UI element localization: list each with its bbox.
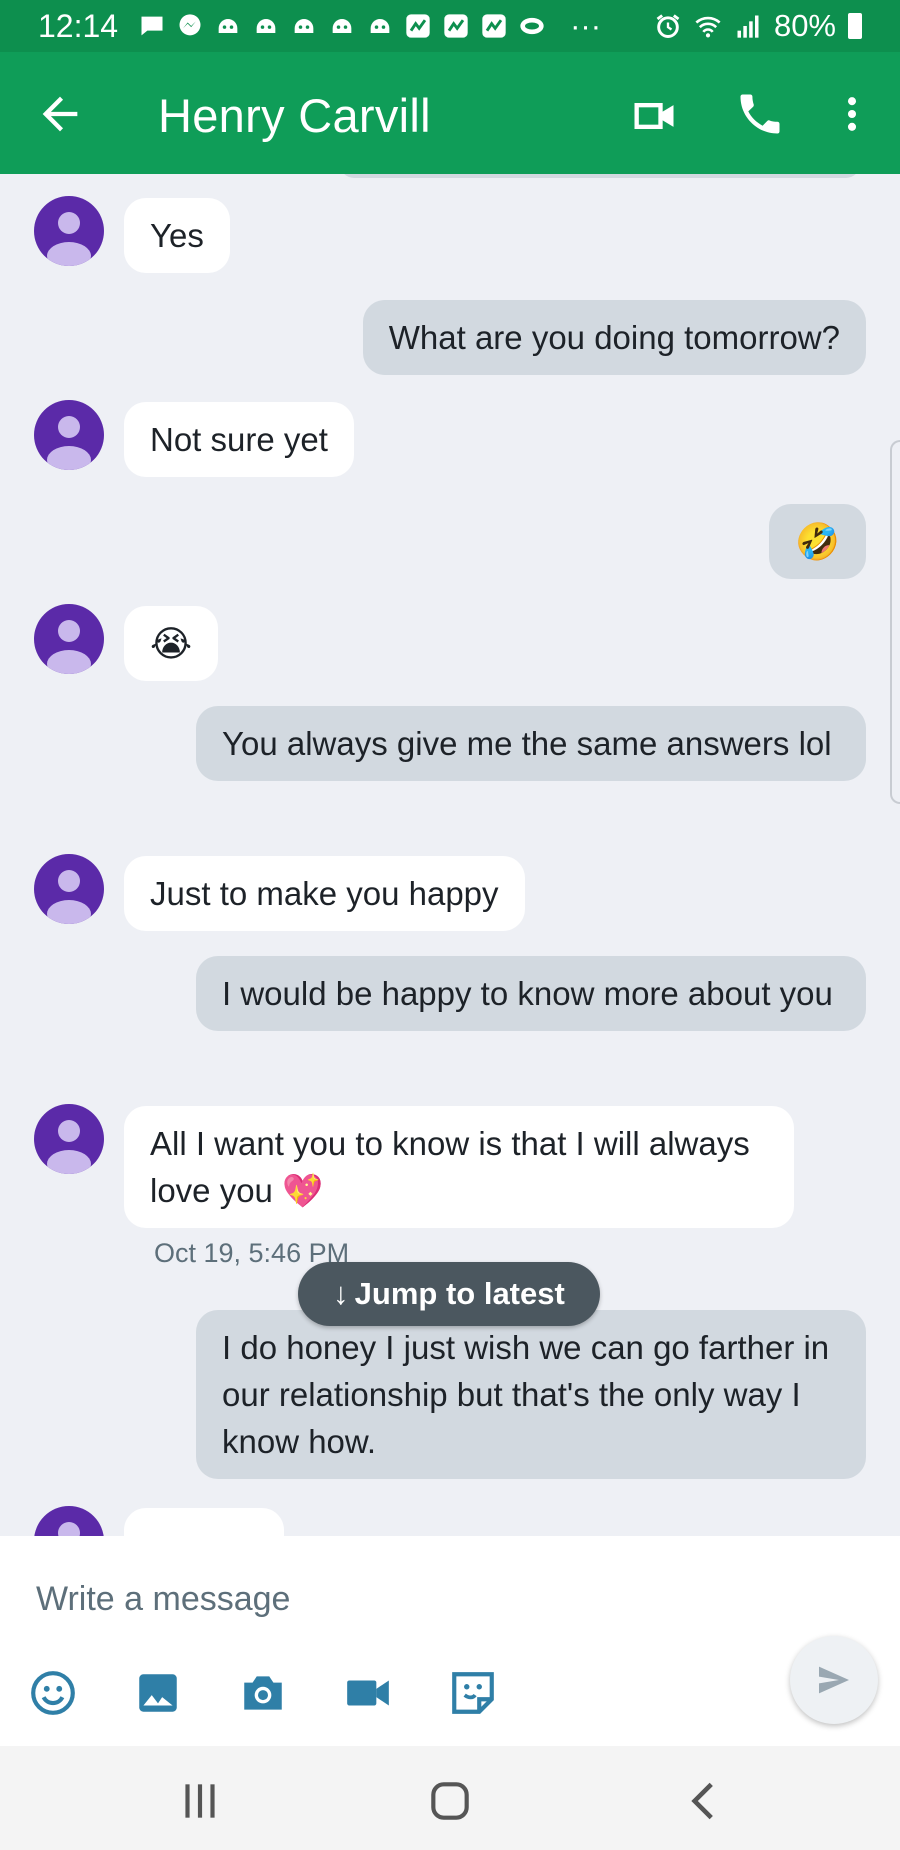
message-bubble-incoming[interactable]: 😭 xyxy=(124,606,219,681)
chat-icon xyxy=(520,17,544,35)
video-call-icon[interactable] xyxy=(628,90,680,142)
alarm-icon xyxy=(656,14,680,38)
recents-icon[interactable] xyxy=(175,1776,225,1826)
app-icon xyxy=(406,14,430,38)
video-camera-icon[interactable] xyxy=(343,1668,393,1718)
message-bubble-incoming[interactable]: Yes xyxy=(124,198,230,273)
camera-icon[interactable] xyxy=(238,1668,288,1718)
game-icon xyxy=(256,19,276,33)
signal-icon xyxy=(737,15,759,38)
overflow-indicator: ··· xyxy=(570,8,602,43)
sticker-icon[interactable] xyxy=(448,1668,498,1718)
back-icon[interactable] xyxy=(680,1776,730,1826)
avatar[interactable] xyxy=(34,400,104,470)
app-icon xyxy=(444,14,468,38)
status-time: 12:14 xyxy=(38,7,119,44)
message-bubble-incoming[interactable]: All I want you to know is that I will al… xyxy=(124,1106,794,1228)
person-icon xyxy=(47,870,91,924)
message-input[interactable] xyxy=(34,1572,738,1626)
game-icon xyxy=(370,19,390,33)
jump-to-latest-button[interactable]: ↓ Jump to latest xyxy=(298,1262,600,1326)
wifi-icon xyxy=(695,16,721,38)
scrollbar[interactable] xyxy=(890,440,900,804)
message-bubble-incoming[interactable]: Not sure yet xyxy=(124,402,354,477)
message-icon xyxy=(141,16,163,36)
person-icon xyxy=(58,1522,80,1536)
person-icon xyxy=(47,416,91,470)
app-bar: Henry Carvill xyxy=(0,52,900,174)
game-icon xyxy=(294,19,314,33)
more-vert-icon[interactable] xyxy=(830,88,874,140)
send-button[interactable] xyxy=(790,1636,878,1724)
message-bubble-outgoing[interactable]: I would be happy to know more about you xyxy=(196,956,866,1031)
send-icon xyxy=(819,1666,849,1694)
message-bubble-outgoing[interactable]: 🤣 xyxy=(769,504,866,579)
avatar[interactable] xyxy=(34,196,104,266)
message-bubble-incoming-partial[interactable] xyxy=(124,1508,284,1536)
message-bubble-incoming[interactable]: Just to make you happy xyxy=(124,856,525,931)
composer xyxy=(0,1536,900,1746)
message-bubble-outgoing[interactable]: What are you doing tomorrow? xyxy=(362,300,866,375)
avatar[interactable] xyxy=(34,1104,104,1174)
person-icon xyxy=(47,212,91,266)
conversation[interactable]: Yes What are you doing tomorrow? Not sur… xyxy=(0,174,900,1536)
status-left: 12:14 ··· xyxy=(38,8,601,45)
game-icon xyxy=(218,19,238,33)
avatar[interactable] xyxy=(34,854,104,924)
navigation-bar xyxy=(0,1746,900,1850)
contact-name: Henry Carvill xyxy=(158,89,431,142)
phone-icon[interactable] xyxy=(734,88,786,140)
app-icon xyxy=(482,14,506,38)
person-icon xyxy=(47,1120,91,1174)
message-bubble-outgoing[interactable]: I do honey I just wish we can go farther… xyxy=(196,1310,866,1479)
jump-to-latest-label: Jump to latest xyxy=(354,1276,565,1311)
avatar[interactable] xyxy=(34,1506,104,1536)
back-arrow-icon[interactable] xyxy=(34,88,86,140)
emoji-icon[interactable] xyxy=(28,1668,78,1718)
status-right: 80% xyxy=(654,8,862,44)
arrow-down-icon: ↓ xyxy=(333,1276,349,1311)
status-bar: 12:14 ··· 80% xyxy=(0,0,900,52)
battery-icon xyxy=(848,13,862,39)
avatar[interactable] xyxy=(34,604,104,674)
home-icon[interactable] xyxy=(425,1776,475,1826)
message-bubble-outgoing[interactable]: You always give me the same answers lol xyxy=(196,706,866,781)
gallery-icon[interactable] xyxy=(133,1668,183,1718)
previous-message-edge xyxy=(340,174,860,178)
messenger-icon xyxy=(179,14,201,36)
game-icon xyxy=(332,19,352,33)
battery-percent: 80% xyxy=(773,8,836,43)
person-icon xyxy=(47,620,91,674)
